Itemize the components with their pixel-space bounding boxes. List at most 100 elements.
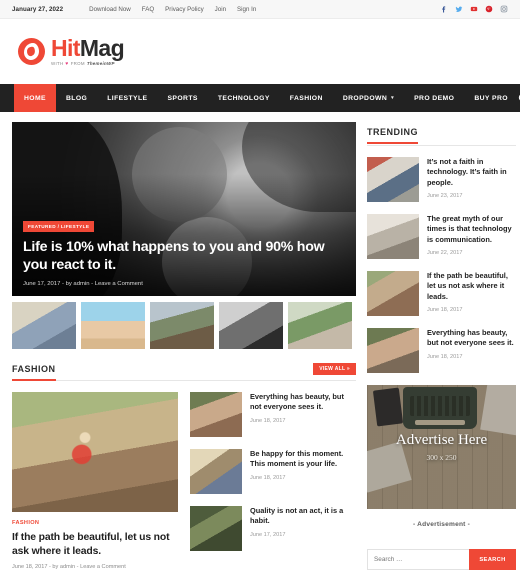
fashion-section-title: FASHION — [12, 364, 56, 381]
trending-item-title: It’s not a faith in technology. It’s fai… — [427, 157, 507, 187]
featured-article-title: Life is 10% what happens to you and 90% … — [23, 238, 325, 273]
thumbnail-carousel — [12, 296, 356, 349]
social-links — [440, 5, 508, 13]
nav-item-technology[interactable]: TECHNOLOGY — [208, 84, 280, 112]
trending-item-title: Everything has beauty, but not everyone … — [427, 328, 514, 348]
sidebar: TRENDING It’s not a faith in technology.… — [367, 122, 516, 570]
trending-item-date: June 23, 2017 — [427, 193, 463, 200]
nav-label-blog: BLOG — [66, 94, 88, 102]
nav-item-blog[interactable]: BLOG — [56, 84, 97, 112]
search-input[interactable] — [367, 549, 469, 570]
current-date: January 27, 2022 — [12, 5, 64, 13]
main-navigation: HOME BLOG LIFESTYLE SPORTS TECHNOLOGY FA… — [0, 84, 520, 112]
trending-item-4[interactable]: Everything has beauty, but not everyone … — [367, 328, 516, 373]
trending-item-title: The great myth of our times is that tech… — [427, 214, 512, 244]
site-title-first: Hit — [51, 34, 80, 61]
trending-item-date: June 22, 2017 — [427, 250, 463, 257]
topbar-link-privacy-policy[interactable]: Privacy Policy — [165, 6, 204, 13]
trending-item-1[interactable]: It’s not a faith in technology. It’s fai… — [367, 157, 516, 202]
pinterest-icon[interactable] — [485, 5, 493, 13]
fashion-list-item-3[interactable]: Quality is not an act, it is a habit. Ju… — [190, 506, 356, 551]
nav-label-technology: TECHNOLOGY — [217, 94, 270, 102]
top-bar-links: Download Now FAQ Privacy Policy Join Sig… — [89, 6, 256, 13]
nav-label-sports: SPORTS — [167, 94, 198, 102]
trending-item-3[interactable]: If the path be beautiful, let us not ask… — [367, 271, 516, 316]
nav-label-buy-pro: BUY PRO — [474, 94, 508, 102]
advertisement-banner[interactable]: Advertise Here 300 x 250 — [367, 385, 516, 509]
page-content: FEATURED / LIFESTYLE Life is 10% what ha… — [0, 112, 520, 570]
heart-icon: ♥ — [65, 60, 69, 67]
nav-label-dropdown: DROPDOWN — [342, 94, 388, 102]
nav-item-pro-demo[interactable]: PRO DEMO — [404, 84, 464, 112]
main-column: FEATURED / LIFESTYLE Life is 10% what ha… — [12, 122, 356, 570]
fashion-list-item-image — [190, 449, 242, 494]
trending-item-2[interactable]: The great myth of our times is that tech… — [367, 214, 516, 259]
trending-item-image — [367, 214, 419, 259]
trending-item-image — [367, 157, 419, 202]
instagram-icon[interactable] — [500, 5, 508, 13]
tagline-prefix: WITH — [51, 60, 64, 66]
featured-article[interactable]: FEATURED / LIFESTYLE Life is 10% what ha… — [12, 122, 356, 296]
tagline-mid: FROM — [70, 60, 85, 66]
site-tagline: WITH ♥ FROM ThemeinWP — [51, 60, 124, 67]
site-header: HitMag WITH ♥ FROM ThemeinWP — [0, 19, 520, 84]
fashion-grid: FASHION If the path be beautiful, let us… — [12, 392, 356, 570]
youtube-icon[interactable] — [470, 5, 478, 13]
nav-label-pro-demo: PRO DEMO — [414, 94, 455, 102]
advertisement-caption: - Advertisement - — [412, 521, 471, 528]
thumbnail-3[interactable] — [150, 302, 214, 349]
trending-item-title: If the path be beautiful, let us not ask… — [427, 271, 508, 301]
search-submit-button[interactable]: SEARCH — [469, 549, 516, 570]
nav-item-dropdown[interactable]: DROPDOWN ▾ — [333, 84, 404, 112]
topbar-link-sign-in[interactable]: Sign In — [237, 6, 256, 13]
thumbnail-1[interactable] — [12, 302, 76, 349]
thumbnail-5[interactable] — [288, 302, 352, 349]
nav-item-lifestyle[interactable]: LIFESTYLE — [97, 84, 157, 112]
trending-widget-title: TRENDING — [367, 127, 418, 144]
fashion-list-item-date: June 18, 2017 — [250, 417, 286, 424]
fashion-list-item-title: Quality is not an act, it is a habit. — [250, 506, 344, 526]
trending-item-image — [367, 328, 419, 373]
nav-item-sports[interactable]: SPORTS — [157, 84, 207, 112]
site-title: HitMag — [51, 34, 125, 61]
fashion-list-item-2[interactable]: Be happy for this moment. This moment is… — [190, 449, 356, 494]
search-widget: SEARCH — [367, 549, 516, 570]
advertisement-size: 300 x 250 — [426, 453, 457, 462]
fashion-list-item-image — [190, 506, 242, 551]
topbar-link-join[interactable]: Join — [215, 6, 226, 13]
nav-item-fashion[interactable]: FASHION — [280, 84, 333, 112]
fashion-featured-category[interactable]: FASHION — [12, 520, 178, 526]
trending-item-image — [367, 271, 419, 316]
chevron-down-icon: ▾ — [391, 95, 395, 101]
nav-item-home[interactable]: HOME — [14, 84, 56, 112]
thumbnail-2[interactable] — [81, 302, 145, 349]
trending-widget-header: TRENDING — [367, 122, 516, 146]
trending-item-date: June 18, 2017 — [427, 353, 463, 360]
fashion-section-header: FASHION VIEW ALL » — [12, 363, 356, 381]
fashion-list-item-1[interactable]: Everything has beauty, but not everyone … — [190, 392, 356, 437]
site-logo[interactable]: HitMag WITH ♥ FROM ThemeinWP — [18, 34, 125, 67]
fashion-view-all-button[interactable]: VIEW ALL » — [313, 363, 356, 375]
thumbnail-4[interactable] — [219, 302, 283, 349]
fashion-post-list: Everything has beauty, but not everyone … — [190, 392, 356, 570]
facebook-icon[interactable] — [440, 5, 448, 13]
advertisement-headline: Advertise Here — [395, 432, 488, 448]
topbar-link-faq[interactable]: FAQ — [142, 6, 154, 13]
nav-label-lifestyle: LIFESTYLE — [107, 94, 148, 102]
fashion-list-item-title: Everything has beauty, but not everyone … — [250, 392, 344, 412]
fashion-featured-title: If the path be beautiful, let us not ask… — [12, 532, 170, 557]
twitter-icon[interactable] — [455, 5, 463, 13]
nav-label-home: HOME — [24, 94, 46, 102]
featured-category-badge[interactable]: FEATURED / LIFESTYLE — [23, 220, 95, 232]
fashion-list-item-image — [190, 392, 242, 437]
featured-article-meta: June 17, 2017 - by admin - Leave a Comme… — [23, 281, 143, 287]
fashion-list-item-title: Be happy for this moment. This moment is… — [250, 449, 344, 469]
globe-icon — [18, 38, 45, 65]
trending-item-date: June 18, 2017 — [427, 307, 463, 314]
fashion-featured-post[interactable]: FASHION If the path be beautiful, let us… — [12, 392, 178, 570]
topbar-link-download-now[interactable]: Download Now — [89, 6, 131, 13]
fashion-featured-image — [12, 392, 178, 512]
fashion-list-item-date: June 17, 2017 — [250, 531, 286, 538]
site-title-second: Mag — [79, 34, 125, 61]
nav-item-buy-pro[interactable]: BUY PRO — [464, 84, 518, 112]
